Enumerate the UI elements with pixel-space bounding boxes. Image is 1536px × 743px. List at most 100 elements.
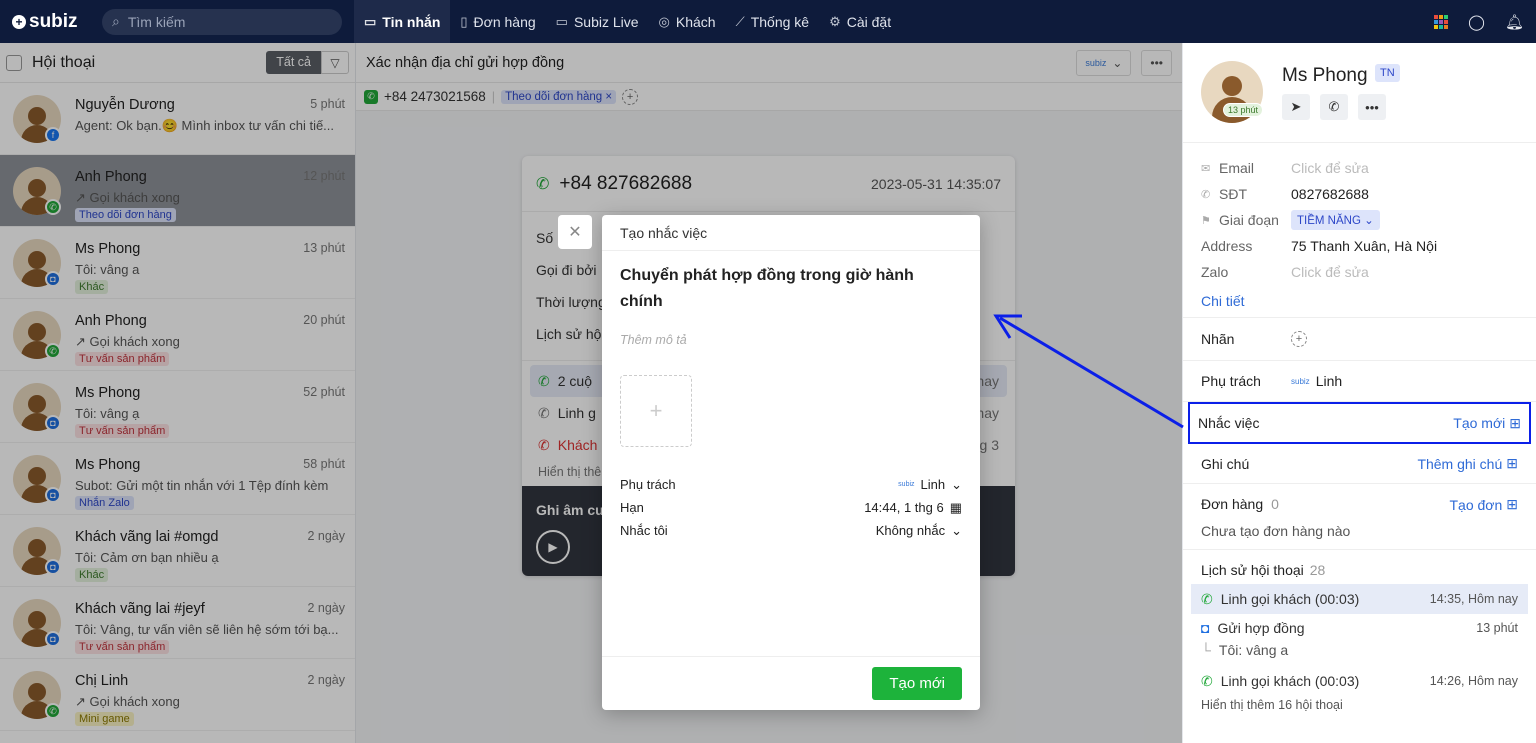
web-chat-icon: ◘ [45,271,61,287]
conversation-name: Ms Phong [75,385,141,401]
web-chat-icon: ◘ [1201,620,1210,636]
search-box[interactable]: ⌕ [102,8,342,35]
remind-field[interactable]: Nhắc tôi Không nhắc ⌄ [620,519,962,542]
reminder-section: Nhắc việc Tạo mới ⊞ [1188,402,1531,444]
history-title: Lịch sử hội thoại [1201,562,1304,578]
owner-field[interactable]: Phụ trách subiz Linh ⌄ [620,473,962,496]
conversation-preview: ↗ Gọi khách xong [75,190,180,205]
nav-messages[interactable]: ▭ Tin nhắn [354,0,451,43]
history-item[interactable]: ✆ Linh gọi khách (00:03) 14:26, Hôm nay [1183,666,1536,696]
select-all-checkbox[interactable] [6,54,22,71]
user-icon: ◎ [658,13,670,29]
conversation-name: Khách vãng lai #jeyf [75,601,205,617]
conversation-item[interactable]: ◘ Ms Phong 13 phút Tôi: vâng a Khác [0,227,355,299]
web-chat-icon: ◘ [45,559,61,575]
more-icon[interactable]: ••• [1358,94,1386,120]
create-order-button[interactable]: Tạo đơn ⊞ [1449,496,1518,513]
conversation-preview: Tôi: vâng a [75,262,140,277]
web-chat-icon: ◘ [45,487,61,503]
add-tag-icon[interactable]: + [622,88,639,105]
create-reminder-button[interactable]: Tạo mới ⊞ [1453,415,1521,432]
conversation-item[interactable]: ✆ Anh Phong 12 phút ↗ Gọi khách xong Theo dõ… [0,155,355,227]
history-item[interactable]: ◘ Gửi hợp đồng 13 phút [1183,616,1536,640]
email-icon: ✉ [1201,162,1211,175]
create-button[interactable]: Tạo mới [872,667,962,700]
phone-call-icon: ✆ [536,175,550,193]
chart-icon: ⟋ [735,13,745,29]
detail-link[interactable]: Chi tiết [1201,293,1518,309]
order-icon: ▯ [460,13,468,29]
history-count: 28 [1309,562,1326,578]
add-label-icon[interactable]: + [1291,331,1307,347]
stage-dropdown[interactable]: TIỀM NĂNG ⌄ [1291,210,1380,230]
phone-field[interactable]: 0827682688 [1291,186,1369,202]
conversation-tag: Theo dõi đơn hàng [75,208,176,222]
nav-orders[interactable]: ▯ Đơn hàng [450,0,545,43]
conversation-item[interactable]: ◘ Khách vãng lai #omgd 2 ngày Tôi: Cảm ơn b… [0,515,355,587]
more-button[interactable]: ••• [1141,49,1172,76]
conversation-tag: Mini game [75,712,134,726]
nav-customers[interactable]: ◎ Khách [649,0,726,43]
apps-grid-icon[interactable] [1434,14,1449,29]
conversation-item[interactable]: ◘ Ms Phong 58 phút Subot: Gửi một tin nhắn … [0,443,355,515]
filter-all-button[interactable]: Tất cả [266,51,321,74]
avatar-time-badge: 13 phút [1223,103,1264,117]
conversation-name: Nguyễn Dương [75,97,175,113]
conversation-header: Xác nhận địa chỉ gửi hợp đồng subiz ⌄ ••• [356,43,1182,83]
subiz-logo[interactable]: + subiz [0,11,100,33]
conversation-name: Ms Phong [75,241,141,257]
conversation-tag[interactable]: Theo dõi đơn hàng × [501,89,617,104]
send-icon[interactable]: ➤ [1282,94,1310,120]
conversation-tag: Nhắn Zalo [75,496,134,510]
chevron-down-icon: ⌄ [951,476,962,492]
conversation-tag: Khác [75,280,109,294]
description-input[interactable]: Thêm mô tả [602,315,980,347]
search-icon: ⌕ [112,13,120,29]
assignee-dropdown[interactable]: subiz ⌄ [1076,49,1132,76]
conversation-list-header: Hội thoại Tất cả ▽ [0,43,355,83]
call-datetime: 2023-05-31 14:35:07 [871,175,1001,192]
conversation-name: Ms Phong [75,457,141,473]
conversation-time: 2 ngày [307,601,345,615]
search-input[interactable] [127,13,308,30]
conversation-item[interactable]: ◘ Khách vãng lai #jeyf 2 ngày Tôi: Vâng, tư… [0,587,355,659]
upload-icon[interactable]: + [620,375,692,447]
reminder-title-input[interactable]: Chuyển phát hợp đồng trong giờ hành chín… [602,251,942,315]
check-circle-icon[interactable]: ◯ [1468,13,1485,31]
add-note-button[interactable]: Thêm ghi chú ⊞ [1417,455,1518,472]
conversation-name: Anh Phong [75,313,147,329]
conversation-tag: Khác [75,568,109,582]
conversation-time: 20 phút [303,313,345,327]
conversation-item[interactable]: ✆ Chị Linh 2 ngày ↗ Gọi khách xong Mini game [0,659,355,731]
filter-icon[interactable]: ▽ [321,51,349,74]
zalo-field[interactable]: Click để sửa [1291,264,1369,280]
play-icon[interactable]: ▶ [536,530,570,564]
monitor-icon: ▭ [555,13,568,29]
history-more-link[interactable]: Hiển thị thêm 16 hội thoại [1183,696,1536,714]
nav-reports[interactable]: ⟋ Thống kê [726,0,819,43]
conversation-item[interactable]: f Nguyễn Dương 5 phút Agent: Ok bạn.😊 Mình … [0,83,355,155]
bell-icon[interactable]: 🔔︎ [1505,13,1524,31]
modal-header: Tạo nhắc việc [602,215,980,251]
labels-title: Nhãn [1201,331,1235,347]
owner-value[interactable]: Linh [1316,373,1342,389]
conversation-time: 13 phút [303,241,345,255]
conversation-name: Anh Phong [75,169,147,185]
deadline-field[interactable]: Hạn 14:44, 1 thg 6 ▦ [620,496,962,519]
address-field[interactable]: 75 Thanh Xuân, Hà Nội [1291,238,1437,254]
call-icon[interactable]: ✆ [1320,94,1348,120]
top-bar: +subiz ⌕ ▭Tin nhắn ▯Đơn hàng ▭Subiz Live… [0,0,1536,43]
phone-icon: ✆ [45,199,61,215]
conversation-item[interactable]: ✆ Anh Phong 20 phút ↗ Gọi khách xong Tư vấn … [0,299,355,371]
history-item[interactable]: ✆ Linh gọi khách (00:03) 14:35, Hôm nay [1191,584,1528,614]
close-icon[interactable]: ✕ [558,215,592,249]
nav-subiz-live[interactable]: ▭ Subiz Live [546,0,649,43]
web-chat-icon: ◘ [45,631,61,647]
conversation-item[interactable]: ◘ Ms Phong 52 phút Tôi: vâng ạ Tư vấn sản ph… [0,371,355,443]
note-title: Ghi chú [1201,455,1250,472]
nav-settings[interactable]: ⚙ Cài đặt [819,0,901,43]
conversation-name: Chị Linh [75,673,129,689]
email-field[interactable]: Click để sửa [1291,160,1369,176]
calendar-icon: ▦ [949,499,962,515]
phone-icon: ✆ [538,404,550,421]
